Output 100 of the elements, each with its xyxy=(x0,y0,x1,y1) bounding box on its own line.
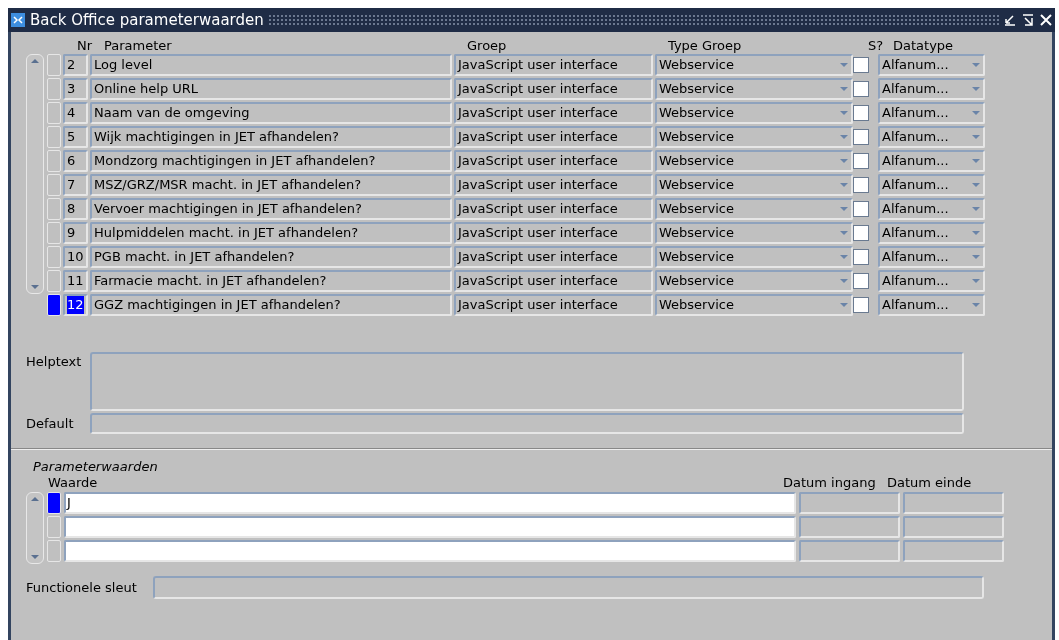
dropdown-arrow-icon[interactable] xyxy=(971,85,981,93)
type-groep-dropdown[interactable]: Webservice xyxy=(655,126,853,148)
groep-cell[interactable]: JavaScript user interface xyxy=(454,246,653,268)
dropdown-arrow-icon[interactable] xyxy=(839,181,849,189)
dropdown-arrow-icon[interactable] xyxy=(971,229,981,237)
parameter-cell[interactable]: Online help URL xyxy=(90,78,452,100)
datatype-dropdown[interactable]: Alfanum... xyxy=(878,150,985,172)
nr-cell[interactable]: 3 xyxy=(63,78,88,100)
checkbox[interactable] xyxy=(853,249,869,265)
dropdown-arrow-icon[interactable] xyxy=(839,229,849,237)
datatype-dropdown[interactable]: Alfanum... xyxy=(878,174,985,196)
datum-ingang-field[interactable] xyxy=(799,540,900,562)
nr-cell[interactable]: 12 xyxy=(63,294,88,316)
datum-ingang-field[interactable] xyxy=(799,516,900,538)
checkbox[interactable] xyxy=(853,273,869,289)
checkbox[interactable] xyxy=(853,201,869,217)
parameter-cell[interactable]: MSZ/GRZ/MSR macht. in JET afhandelen? xyxy=(90,174,452,196)
type-groep-dropdown[interactable]: Webservice xyxy=(655,174,853,196)
dropdown-arrow-icon[interactable] xyxy=(839,61,849,69)
nr-cell[interactable]: 4 xyxy=(63,102,88,124)
groep-cell[interactable]: JavaScript user interface xyxy=(454,198,653,220)
dropdown-arrow-icon[interactable] xyxy=(839,301,849,309)
groep-cell[interactable]: JavaScript user interface xyxy=(454,294,653,316)
datatype-dropdown[interactable]: Alfanum... xyxy=(878,102,985,124)
type-groep-dropdown[interactable]: Webservice xyxy=(655,150,853,172)
dropdown-arrow-icon[interactable] xyxy=(839,157,849,165)
dropdown-arrow-icon[interactable] xyxy=(839,133,849,141)
dropdown-arrow-icon[interactable] xyxy=(971,61,981,69)
checkbox[interactable] xyxy=(853,297,869,313)
type-groep-dropdown[interactable]: Webservice xyxy=(655,78,853,100)
type-groep-dropdown[interactable]: Webservice xyxy=(655,270,853,292)
checkbox[interactable] xyxy=(853,105,869,121)
nr-cell[interactable]: 5 xyxy=(63,126,88,148)
dropdown-arrow-icon[interactable] xyxy=(839,205,849,213)
type-groep-dropdown[interactable]: Webservice xyxy=(655,102,853,124)
default-field[interactable] xyxy=(90,413,964,434)
groep-cell[interactable]: JavaScript user interface xyxy=(454,102,653,124)
datum-einde-field[interactable] xyxy=(903,492,1004,514)
groep-cell[interactable]: JavaScript user interface xyxy=(454,174,653,196)
datatype-dropdown[interactable]: Alfanum... xyxy=(878,294,985,316)
datum-einde-field[interactable] xyxy=(903,516,1004,538)
datatype-dropdown[interactable]: Alfanum... xyxy=(878,54,985,76)
dropdown-arrow-icon[interactable] xyxy=(839,253,849,261)
datum-ingang-field[interactable] xyxy=(799,492,900,514)
close-icon[interactable] xyxy=(1039,13,1053,27)
parameter-cell[interactable]: Log level xyxy=(90,54,452,76)
dropdown-arrow-icon[interactable] xyxy=(971,205,981,213)
nr-cell[interactable]: 7 xyxy=(63,174,88,196)
scrollbar[interactable] xyxy=(26,492,44,564)
checkbox[interactable] xyxy=(853,129,869,145)
type-groep-dropdown[interactable]: Webservice xyxy=(655,54,853,76)
type-groep-dropdown[interactable]: Webservice xyxy=(655,198,853,220)
nr-cell[interactable]: 8 xyxy=(63,198,88,220)
dropdown-arrow-icon[interactable] xyxy=(971,253,981,261)
groep-cell[interactable]: JavaScript user interface xyxy=(454,78,653,100)
dropdown-arrow-icon[interactable] xyxy=(971,181,981,189)
type-groep-dropdown[interactable]: Webservice xyxy=(655,222,853,244)
waarde-field[interactable]: J xyxy=(64,492,796,514)
groep-cell[interactable]: JavaScript user interface xyxy=(454,270,653,292)
datum-einde-field[interactable] xyxy=(903,540,1004,562)
datatype-dropdown[interactable]: Alfanum... xyxy=(878,222,985,244)
maximize-icon[interactable] xyxy=(1021,13,1035,27)
dropdown-arrow-icon[interactable] xyxy=(839,85,849,93)
row-selector[interactable] xyxy=(47,492,61,514)
helptext-field[interactable] xyxy=(90,352,964,411)
waarde-field[interactable] xyxy=(64,516,796,538)
datatype-dropdown[interactable]: Alfanum... xyxy=(878,78,985,100)
datatype-dropdown[interactable]: Alfanum... xyxy=(878,270,985,292)
parameter-cell[interactable]: Mondzorg machtigingen in JET afhandelen? xyxy=(90,150,452,172)
dropdown-arrow-icon[interactable] xyxy=(839,109,849,117)
dropdown-arrow-icon[interactable] xyxy=(971,109,981,117)
groep-cell[interactable]: JavaScript user interface xyxy=(454,54,653,76)
nr-cell[interactable]: 2 xyxy=(63,54,88,76)
parameter-cell[interactable]: Naam van de omgeving xyxy=(90,102,452,124)
nr-cell[interactable]: 10 xyxy=(63,246,88,268)
type-groep-dropdown[interactable]: Webservice xyxy=(655,294,853,316)
parameter-cell[interactable]: Farmacie macht. in JET afhandelen? xyxy=(90,270,452,292)
datatype-dropdown[interactable]: Alfanum... xyxy=(878,246,985,268)
nr-cell[interactable]: 9 xyxy=(63,222,88,244)
dropdown-arrow-icon[interactable] xyxy=(839,277,849,285)
groep-cell[interactable]: JavaScript user interface xyxy=(454,126,653,148)
checkbox[interactable] xyxy=(853,225,869,241)
checkbox[interactable] xyxy=(853,153,869,169)
checkbox[interactable] xyxy=(853,57,869,73)
parameter-cell[interactable]: PGB macht. in JET afhandelen? xyxy=(90,246,452,268)
type-groep-dropdown[interactable]: Webservice xyxy=(655,246,853,268)
dropdown-arrow-icon[interactable] xyxy=(971,133,981,141)
nr-cell[interactable]: 11 xyxy=(63,270,88,292)
scrollbar[interactable] xyxy=(26,54,44,294)
minimize-icon[interactable] xyxy=(1003,13,1017,27)
groep-cell[interactable]: JavaScript user interface xyxy=(454,222,653,244)
parameter-cell[interactable]: Vervoer machtigingen in JET afhandelen? xyxy=(90,198,452,220)
functionele-sleutel-field[interactable] xyxy=(153,576,984,599)
checkbox[interactable] xyxy=(853,81,869,97)
parameter-cell[interactable]: Wijk machtigingen in JET afhandelen? xyxy=(90,126,452,148)
parameter-cell[interactable]: Hulpmiddelen macht. in JET afhandelen? xyxy=(90,222,452,244)
checkbox[interactable] xyxy=(853,177,869,193)
row-selector[interactable] xyxy=(47,294,61,316)
waarde-field[interactable] xyxy=(64,540,796,562)
dropdown-arrow-icon[interactable] xyxy=(971,277,981,285)
